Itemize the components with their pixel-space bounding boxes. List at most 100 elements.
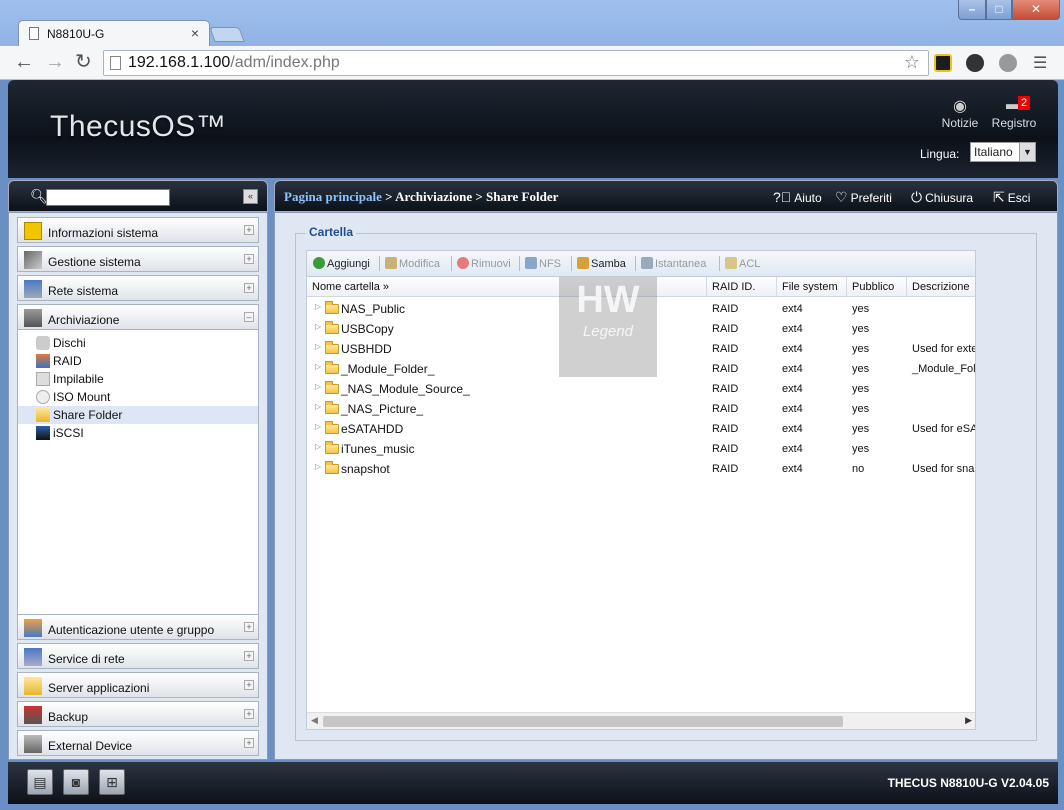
cell-raid: RAID [712, 363, 739, 375]
new-tab-button[interactable] [209, 27, 245, 42]
column-header-pubblico[interactable]: Pubblico [847, 277, 907, 297]
acl-label: ACL [739, 258, 761, 270]
network-tree-icon[interactable]: ⊞ [99, 769, 125, 795]
expand-icon[interactable]: + [244, 622, 254, 632]
browser-menu-icon[interactable]: ☰ [1033, 53, 1047, 73]
registro-button[interactable]: ▬ 2 Registro [984, 96, 1044, 130]
disk-drive-icon[interactable]: ◙ [63, 769, 89, 795]
address-bar[interactable]: 192.168.1.100/adm/index.php ☆ [103, 50, 929, 76]
nfs-button[interactable]: NFS [525, 257, 561, 270]
cell-pub: yes [852, 403, 870, 415]
storage-icon [24, 309, 42, 327]
breadcrumb-separator: > [385, 189, 393, 204]
expand-icon[interactable]: + [244, 738, 254, 748]
expand-arrow-icon[interactable]: ▷ [315, 382, 321, 391]
extension-check-icon[interactable] [934, 54, 952, 72]
column-header-descrizione[interactable]: Descrizione [907, 277, 975, 297]
expand-arrow-icon[interactable]: ▷ [315, 442, 321, 451]
esci-label: Esci [1007, 191, 1031, 205]
table-row[interactable]: ▷ iTunes_music RAID ext4 yes [307, 439, 975, 459]
cell-fs: ext4 [782, 343, 803, 355]
expand-arrow-icon[interactable]: ▷ [315, 302, 321, 311]
sidebar-item-iso-mount[interactable]: ISO Mount [18, 388, 258, 406]
server-icon[interactable]: ▤ [27, 769, 53, 795]
extension-ghostery-icon[interactable] [966, 54, 984, 72]
folder-icon [325, 321, 339, 334]
samba-button[interactable]: Samba [577, 257, 626, 270]
tab-close-icon[interactable]: × [191, 25, 199, 41]
table-row[interactable]: ▷ _NAS_Picture_ RAID ext4 yes [307, 399, 975, 419]
scroll-right-icon[interactable]: ▶ [965, 715, 972, 726]
expand-arrow-icon[interactable]: ▷ [315, 362, 321, 371]
sidebar-item-server-applicazioni[interactable]: Server applicazioni + [17, 672, 259, 698]
expand-icon[interactable]: + [244, 254, 254, 264]
sidebar-item-gestione-sistema[interactable]: Gestione sistema + [17, 246, 259, 272]
expand-arrow-icon[interactable]: ▷ [315, 322, 321, 331]
modifica-button[interactable]: Modifica [385, 257, 440, 270]
istantanea-button[interactable]: Istantanea [641, 257, 706, 270]
toolbar-separator [635, 256, 636, 271]
search-input[interactable] [46, 189, 170, 206]
iscsi-icon [36, 426, 50, 440]
sidebar-item-impilabile[interactable]: Impilabile [18, 370, 258, 388]
back-arrow-icon[interactable]: ← [14, 51, 34, 73]
sidebar-item-external-device[interactable]: External Device + [17, 730, 259, 756]
sidebar-item-dischi[interactable]: Dischi [18, 334, 258, 352]
expand-arrow-icon[interactable]: ▷ [315, 342, 321, 351]
rimuovi-button[interactable]: Rimuovi [457, 257, 511, 270]
sidebar-item-service-di-rete[interactable]: Service di rete + [17, 643, 259, 669]
app-server-icon [24, 677, 42, 695]
column-header-file-system[interactable]: File system [777, 277, 847, 297]
aggiungi-button[interactable]: Aggiungi [313, 257, 370, 270]
sidebar-item-archiviazione[interactable]: Archiviazione – [17, 304, 259, 330]
sidebar-item-raid[interactable]: RAID [18, 352, 258, 370]
extension-pocket-icon[interactable] [999, 54, 1017, 72]
preferiti-link[interactable]: ♡ Preferiti [835, 189, 892, 206]
table-row[interactable]: ▷ eSATAHDD RAID ext4 yes Used for eSA [307, 419, 975, 439]
heart-icon: ♡ [835, 189, 848, 205]
window-minimize-button[interactable]: – [958, 0, 986, 20]
notizie-button[interactable]: ◉ Notizie [930, 96, 990, 130]
window-close-button[interactable]: ✕ [1012, 0, 1060, 20]
external-device-icon [24, 735, 42, 753]
aiuto-link[interactable]: ?⃝ Aiuto [773, 189, 822, 205]
column-header-raid-id[interactable]: RAID ID. [707, 277, 777, 297]
acl-icon [725, 257, 737, 269]
table-row[interactable]: ▷ _NAS_Module_Source_ RAID ext4 yes [307, 379, 975, 399]
breadcrumb-bar: Pagina principale > Archiviazione > Shar… [274, 180, 1058, 212]
expand-arrow-icon[interactable]: ▷ [315, 422, 321, 431]
horizontal-scrollbar[interactable]: ◀ ▶ [307, 712, 975, 729]
browser-tab[interactable]: N8810U-G × [18, 20, 210, 46]
forward-arrow-icon[interactable]: → [45, 51, 65, 73]
sidebar-item-rete-sistema[interactable]: Rete sistema + [17, 275, 259, 301]
collapse-icon[interactable]: – [244, 312, 254, 322]
expand-icon[interactable]: + [244, 709, 254, 719]
tree-item-label: Share Folder [53, 408, 123, 422]
expand-arrow-icon[interactable]: ▷ [315, 462, 321, 471]
chiusura-link[interactable]: ⏻ Chiusura [911, 189, 973, 206]
cell-fs: ext4 [782, 403, 803, 415]
scrollbar-thumb[interactable] [323, 716, 843, 727]
reload-icon[interactable]: ↻ [75, 51, 92, 73]
scroll-left-icon[interactable]: ◀ [311, 715, 318, 726]
breadcrumb-archiviazione[interactable]: Archiviazione [395, 189, 472, 204]
tab-title: N8810U-G [47, 27, 105, 41]
expand-icon[interactable]: + [244, 651, 254, 661]
window-maximize-button[interactable]: □ [986, 0, 1012, 20]
sidebar-item-iscsi[interactable]: iSCSI [18, 424, 258, 442]
expand-icon[interactable]: + [244, 680, 254, 690]
breadcrumb-home-link[interactable]: Pagina principale [284, 189, 382, 204]
expand-icon[interactable]: + [244, 283, 254, 293]
sidebar-item-backup[interactable]: Backup + [17, 701, 259, 727]
expand-arrow-icon[interactable]: ▷ [315, 402, 321, 411]
sidebar-item-informazioni-sistema[interactable]: Informazioni sistema + [17, 217, 259, 243]
collapse-sidebar-icon[interactable]: « [243, 189, 258, 204]
table-row[interactable]: ▷ snapshot RAID ext4 no Used for sna [307, 459, 975, 479]
acl-button[interactable]: ACL [725, 257, 760, 270]
expand-icon[interactable]: + [244, 225, 254, 235]
esci-link[interactable]: ⇱ Esci [993, 189, 1030, 206]
bookmark-star-icon[interactable]: ☆ [904, 52, 920, 73]
lingua-select[interactable]: Italiano ▼ [970, 142, 1036, 162]
sidebar-item-autenticazione[interactable]: Autenticazione utente e gruppo + [17, 614, 259, 640]
sidebar-item-share-folder[interactable]: Share Folder [18, 406, 258, 424]
